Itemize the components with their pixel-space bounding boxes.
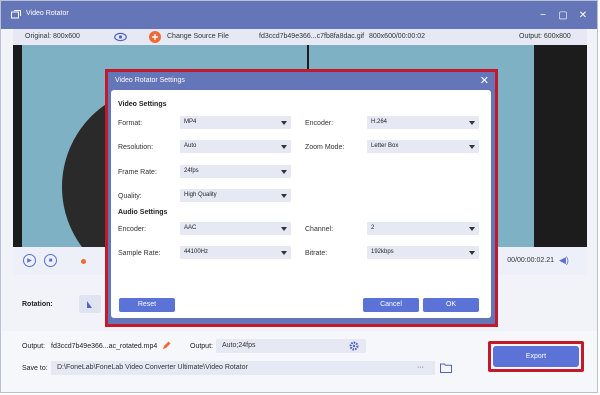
time-display: 00/00:00:02.21 [507,257,554,264]
bitrate-label: Bitrate: [305,250,328,257]
maximize-button[interactable]: ▢ [556,8,570,22]
settings-dialog: Video Rotator Settings ✕ Video Settings … [108,72,495,324]
output-filename: fd3ccd7b49e366...ac_rotated.mp4 [51,343,158,350]
frame-rate-value: 24fps [184,168,199,174]
source-dimensions: 800x600/00:00:02 [369,33,426,40]
chevron-down-icon [469,145,475,149]
source-filename: fd3ccd7b49e366...c7fb8fa8dac.gif [259,33,365,40]
settings-gear-icon[interactable] [349,341,359,351]
resolution-label: Resolution: [118,144,154,151]
rotate-left-icon [87,301,92,308]
rotate-left-button[interactable] [79,295,101,313]
output-format-field[interactable]: Auto;24fps [216,339,366,353]
export-button[interactable]: Export [493,346,579,367]
audio-settings-heading: Audio Settings [118,209,168,216]
frame-rate-select[interactable]: 24fps [180,165,291,178]
zoom-mode-value: Letter Box [371,143,399,149]
chevron-down-icon [281,194,287,198]
add-source-icon[interactable] [149,31,161,43]
channel-select[interactable]: 2 [367,222,479,235]
preview-eye-icon[interactable] [114,32,127,42]
output-resolution: Output: 600x800 [519,33,571,40]
frame-rate-label: Frame Rate: [118,169,157,176]
bitrate-select[interactable]: 192kbps [367,246,479,259]
zoom-mode-label: Zoom Mode: [305,144,345,151]
close-button[interactable]: ✕ [576,8,590,22]
output-label: Output: [22,343,45,350]
play-button[interactable]: ▶ [23,254,36,267]
chevron-down-icon [281,227,287,231]
sample-rate-select[interactable]: 44100Hz [180,246,291,259]
dialog-close-icon[interactable]: ✕ [480,74,489,87]
bitrate-value: 192kbps [371,249,394,255]
volume-icon[interactable]: ◀) [559,255,569,265]
cancel-button[interactable]: Cancel [363,298,419,312]
chevron-down-icon [469,251,475,255]
browse-more-button[interactable]: ··· [417,364,424,371]
ok-button[interactable]: OK [423,298,479,312]
format-select[interactable]: MP4 [180,116,291,129]
audio-encoder-select[interactable]: AAC [180,222,291,235]
dialog-title: Video Rotator Settings [115,77,185,84]
resolution-value: Auto [184,143,197,149]
format-value: MP4 [184,119,197,125]
channel-label: Channel: [305,226,334,233]
chevron-down-icon [281,251,287,255]
output-format-value: Auto;24fps [222,342,256,349]
sample-rate-value: 44100Hz [184,249,209,255]
dialog-body: Video Settings Format: MP4 Encoder: H.26… [111,90,491,318]
window-title: Video Rotator [26,10,69,17]
encoder-select[interactable]: H.264 [367,116,479,129]
save-to-label: Save to: [22,365,48,372]
reset-button[interactable]: Reset [119,298,175,312]
sample-rate-label: Sample Rate: [118,250,161,257]
original-resolution: Original: 800x600 [25,33,80,40]
format-label: Format: [118,120,143,127]
save-path-value: D:\FoneLab\FoneLab Video Converter Ultim… [57,364,248,371]
progress-handle[interactable] [81,259,86,264]
quality-label: Quality: [118,193,142,200]
resolution-select[interactable]: Auto [180,140,291,153]
quality-select[interactable]: High Quality [180,189,291,202]
folder-icon[interactable] [440,362,452,373]
chevron-down-icon [281,170,287,174]
edit-pencil-icon[interactable] [162,341,171,350]
chevron-down-icon [281,121,287,125]
info-strip: Original: 800x600 Change Source File fd3… [13,29,587,45]
quality-value: High Quality [184,192,217,198]
audio-encoder-label: Encoder: [118,226,147,233]
rotation-label: Rotation: [22,301,53,308]
audio-encoder-value: AAC [184,225,197,231]
channel-value: 2 [371,225,375,231]
stop-button[interactable]: ■ [44,254,57,267]
encoder-value: H.264 [371,119,388,125]
title-bar: Video Rotator − ▢ ✕ [1,1,597,29]
encoder-label: Encoder: [305,120,334,127]
output-format-label: Output: [190,343,213,350]
zoom-mode-select[interactable]: Letter Box [367,140,479,153]
app-logo-icon [11,10,21,19]
chevron-down-icon [469,121,475,125]
chevron-down-icon [281,145,287,149]
save-path-field[interactable]: D:\FoneLab\FoneLab Video Converter Ultim… [51,361,435,375]
change-source-button[interactable]: Change Source File [167,33,229,40]
chevron-down-icon [469,227,475,231]
minimize-button[interactable]: − [536,8,550,22]
video-settings-heading: Video Settings [118,101,167,108]
